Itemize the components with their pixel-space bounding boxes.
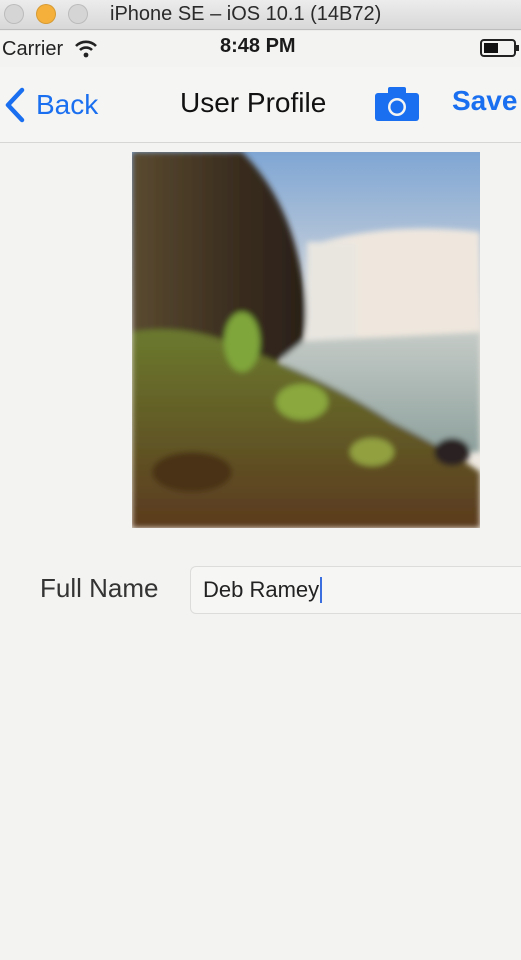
back-button[interactable]: Back bbox=[4, 85, 98, 125]
navigation-bar: Back User Profile Save bbox=[0, 67, 521, 143]
window-close-button[interactable] bbox=[4, 4, 24, 24]
simulator-title-bar: iPhone SE – iOS 10.1 (14B72) bbox=[0, 0, 521, 30]
window-minimize-button[interactable] bbox=[36, 4, 56, 24]
window-zoom-button[interactable] bbox=[68, 4, 88, 24]
battery-icon bbox=[480, 39, 519, 57]
profile-photo[interactable] bbox=[132, 152, 480, 528]
camera-icon[interactable] bbox=[374, 85, 420, 123]
wifi-icon bbox=[75, 40, 97, 58]
back-button-label: Back bbox=[36, 89, 99, 120]
window-title: iPhone SE – iOS 10.1 (14B72) bbox=[110, 3, 382, 25]
full-name-field[interactable]: Deb Ramey bbox=[190, 566, 521, 614]
status-bar: Carrier 8:48 PM bbox=[0, 31, 521, 67]
text-cursor bbox=[320, 577, 323, 603]
full-name-value: Deb Ramey bbox=[203, 577, 320, 602]
page-title: User Profile bbox=[180, 87, 327, 118]
status-time: 8:48 PM bbox=[220, 35, 296, 57]
chevron-left-icon bbox=[5, 87, 25, 123]
save-button[interactable]: Save bbox=[452, 85, 517, 117]
full-name-label: Full Name bbox=[40, 573, 159, 603]
carrier-label: Carrier bbox=[2, 38, 64, 60]
device-screen: Carrier 8:48 PM Back User Profile Save F… bbox=[0, 31, 521, 960]
